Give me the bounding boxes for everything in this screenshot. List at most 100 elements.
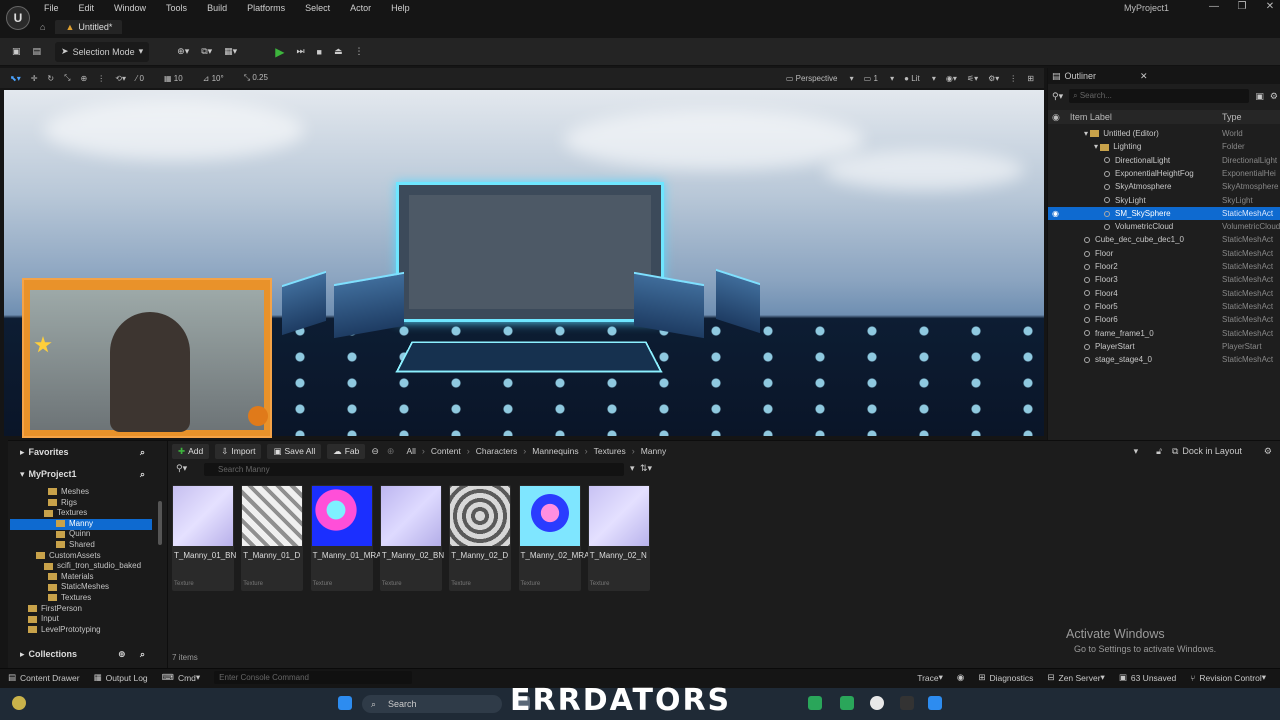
search-icon[interactable]: ⌕ — [140, 469, 145, 480]
lit-dropdown[interactable]: ● Lit ▾ — [904, 74, 936, 83]
angle-snap-icon[interactable]: ⟲▾ — [115, 74, 126, 83]
asset-tile[interactable]: T_Manny_01_MRA Texture — [310, 485, 382, 591]
scale-icon[interactable]: ⤡ — [64, 73, 70, 83]
menu-help[interactable]: Help — [391, 3, 410, 13]
weather-icon[interactable] — [12, 696, 26, 710]
fab-button[interactable]: ☁ Fab — [327, 443, 366, 459]
settings-gear-icon[interactable]: ⚙ — [1264, 446, 1272, 457]
folder-tree-item[interactable]: Quinn — [56, 529, 90, 540]
outliner-row[interactable]: stage_stage4_0 StaticMeshAct — [1048, 353, 1280, 366]
surface-snap-icon[interactable]: ⋮ — [97, 74, 105, 83]
folder-tree-item[interactable]: Materials — [48, 572, 93, 583]
blueprint-icon[interactable]: ⧉▾ — [195, 42, 218, 62]
folder-tree-item[interactable]: Rigs — [48, 498, 77, 509]
save-all-button[interactable]: ▣ Save All — [267, 443, 322, 459]
console-command-input[interactable]: Enter Console Command — [214, 671, 413, 684]
app-icon[interactable] — [808, 696, 822, 710]
move-snap-value[interactable]: ▦ 10 — [164, 74, 193, 83]
folder-tree-item[interactable]: Input — [28, 614, 59, 625]
sort-icon[interactable]: ⇅▾ — [640, 463, 652, 474]
visibility-eye-icon[interactable]: ◉ — [1052, 209, 1059, 218]
unsaved-button[interactable]: ▣ 63 Unsaved — [1119, 672, 1176, 683]
outliner-row[interactable]: SkyAtmosphere SkyAtmosphere — [1048, 180, 1280, 193]
diagnostics-button[interactable]: ⊞ Diagnostics — [978, 672, 1033, 683]
breadcrumb-manny[interactable]: Manny — [641, 446, 667, 456]
menu-window[interactable]: Window — [114, 3, 146, 13]
menu-tools[interactable]: Tools — [166, 3, 187, 13]
folder-tree-item[interactable]: Meshes — [48, 487, 89, 498]
outliner-row[interactable]: SkyLight SkyLight — [1048, 194, 1280, 207]
back-icon[interactable]: ⊖ — [371, 446, 379, 457]
app-icon[interactable] — [928, 696, 942, 710]
revision-control-button[interactable]: ⑂ Revision Control ▾ — [1190, 672, 1266, 683]
menu-select[interactable]: Select — [305, 3, 330, 13]
grid-snap-icon[interactable]: ⁄ 0 — [136, 74, 154, 83]
folder-tree-item[interactable]: CustomAssets — [36, 551, 101, 562]
asset-tile[interactable]: T_Manny_02_N Texture — [587, 485, 650, 591]
cmd-dropdown[interactable]: ⌨ Cmd ▾ — [162, 672, 201, 683]
settings-gear-icon[interactable]: ⚙ — [1270, 91, 1278, 102]
outliner-tab[interactable]: ▤ Outliner ✕ — [1048, 68, 1280, 84]
outliner-row[interactable]: Floor6 StaticMeshAct — [1048, 313, 1280, 326]
menu-platforms[interactable]: Platforms — [247, 3, 285, 13]
document-tab[interactable]: ▲ Untitled* — [55, 20, 123, 34]
maximize-button[interactable]: ❐ — [1228, 1, 1256, 12]
search-options-icon[interactable]: ▾ — [630, 463, 635, 474]
stop-icon[interactable]: ■ — [311, 42, 328, 62]
eject-icon[interactable]: ⏏ — [328, 42, 349, 62]
realtime-icon[interactable]: ⚟▾ — [967, 74, 978, 83]
close-icon[interactable]: ✕ — [1140, 71, 1148, 82]
perspective-dropdown[interactable]: ▭ Perspective ▾ — [786, 74, 854, 83]
breadcrumb-textures[interactable]: Textures — [594, 446, 626, 456]
folder-tree-item[interactable]: scifi_tron_studio_baked — [44, 561, 141, 572]
move-icon[interactable]: ✛ — [31, 74, 38, 83]
browse-icon[interactable]: ▤ — [27, 42, 48, 62]
import-button[interactable]: ⇩ Import — [215, 443, 262, 459]
save-icon[interactable]: ▣ — [6, 42, 27, 62]
breadcrumb-content[interactable]: Content — [431, 446, 461, 456]
menu-actor[interactable]: Actor — [350, 3, 371, 13]
windows-start-icon[interactable] — [338, 696, 352, 710]
unreal-logo-icon[interactable]: U — [6, 6, 30, 30]
breadcrumb-mannequins[interactable]: Mannequins — [532, 446, 578, 456]
forward-icon[interactable]: ⊕ — [387, 446, 395, 457]
menu-file[interactable]: File — [44, 3, 59, 13]
layout-icon[interactable]: ⊞ — [1027, 74, 1034, 83]
lock-icon[interactable]: 🔓︎ — [1156, 446, 1162, 457]
col-item-label[interactable]: Item Label — [1070, 112, 1112, 122]
chevron-down-icon[interactable]: ▾ — [1134, 446, 1139, 457]
menu-edit[interactable]: Edit — [79, 3, 95, 13]
rotate-icon[interactable]: ↻ — [47, 74, 54, 83]
outliner-row[interactable]: Floor3 StaticMeshAct — [1048, 273, 1280, 286]
folder-tree-item[interactable]: Textures — [48, 593, 91, 604]
col-type[interactable]: Type — [1222, 112, 1242, 122]
outliner-row[interactable]: Floor5 StaticMeshAct — [1048, 300, 1280, 313]
add-button[interactable]: ✚ Add — [172, 443, 210, 459]
search-icon[interactable]: ⌕ — [140, 649, 145, 660]
outliner-search-input[interactable]: ⌕ Search... — [1069, 89, 1250, 103]
folder-tree-item[interactable]: StaticMeshes — [48, 582, 109, 593]
asset-tile[interactable]: T_Manny_01_D Texture — [241, 485, 304, 591]
world-icon[interactable]: ⊕ — [81, 74, 88, 83]
epic-icon[interactable] — [900, 696, 914, 710]
filter-icon[interactable]: ⚲▾ — [176, 463, 187, 474]
viewport-options-icon[interactable]: ⋮ — [1009, 74, 1017, 83]
add-actor-icon[interactable]: ⊕▾ — [171, 42, 195, 62]
scale-snap-value[interactable]: ⤡ 0.25 — [244, 73, 278, 83]
output-log-button[interactable]: ▦ Output Log — [94, 672, 148, 683]
asset-tile[interactable]: T_Manny_02_BN Texture — [379, 485, 444, 591]
add-icon[interactable]: ⊕ — [118, 649, 126, 660]
outliner-row[interactable]: Floor4 StaticMeshAct — [1048, 287, 1280, 300]
menu-build[interactable]: Build — [207, 3, 227, 13]
asset-tile[interactable]: T_Manny_02_D Texture — [449, 485, 512, 591]
breadcrumb-characters[interactable]: Characters — [476, 446, 518, 456]
outliner-row[interactable]: ▾ Lighting Folder — [1048, 140, 1280, 153]
dock-in-layout-button[interactable]: ⧉ Dock in Layout — [1172, 446, 1242, 457]
outliner-row[interactable]: Floor StaticMeshAct — [1048, 247, 1280, 260]
outliner-row[interactable]: DirectionalLight DirectionalLight — [1048, 154, 1280, 167]
filter-icon[interactable]: ⚲▾ — [1052, 91, 1063, 102]
trace-dropdown[interactable]: Trace ▾ — [917, 672, 943, 683]
content-drawer-button[interactable]: ▤ Content Drawer — [8, 672, 80, 683]
play-options-icon[interactable]: ⋮ — [349, 42, 370, 62]
record-icon[interactable]: ◉ — [957, 672, 964, 683]
